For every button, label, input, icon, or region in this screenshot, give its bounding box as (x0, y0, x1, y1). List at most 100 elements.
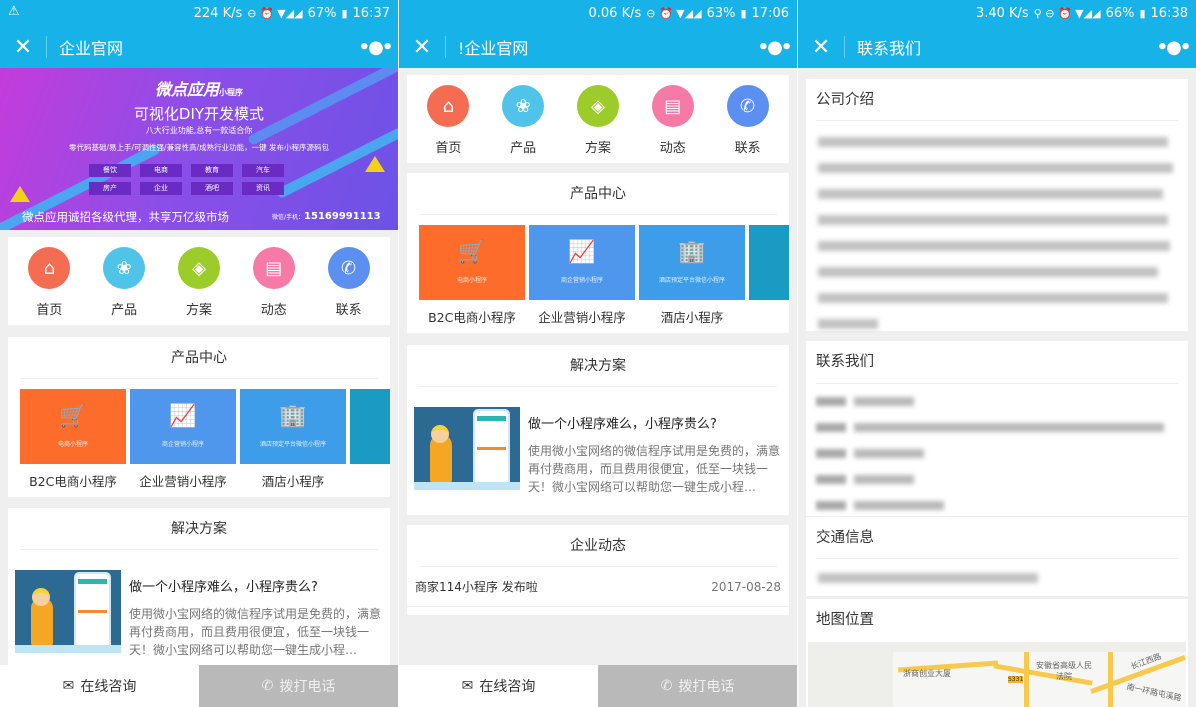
chart-icon: 📈 (568, 240, 596, 265)
banner-tag: 资讯 (242, 182, 284, 195)
chart-icon: 📈 (169, 404, 197, 429)
banner-tag: 教育 (191, 164, 233, 177)
nav-label: 首页 (435, 141, 462, 156)
network-speed: 0.06 K/s (588, 5, 642, 21)
app-header: ✕ !企业官网 •●• (399, 26, 797, 68)
divider (46, 36, 47, 58)
location-map[interactable]: 浙商创业大厦 安徽省高级人民法院 长江西路 南一环路屯溪路 S331 (808, 642, 1186, 707)
nav-label: 方案 (584, 141, 611, 156)
product-item[interactable]: 🏢 酒店预定平台微信小程序 酒店小程序 (639, 225, 745, 326)
product-item[interactable]: 🏢 酒店预定平台微信小程序酒店小程序 (240, 389, 346, 490)
phone-screen-home: ⚠ 224 K/s ⊖ ⏰ ▼◢◢ 67% ▮ 16:37 ✕ 企业官网 •●•… (0, 0, 398, 707)
nav-item-2[interactable]: ◈ 方案 (568, 85, 628, 156)
close-icon[interactable]: ✕ (798, 35, 844, 60)
bottom-bar: ✉ 在线咨询 ✆ 拨打电话 (0, 665, 398, 707)
close-icon[interactable]: ✕ (399, 35, 445, 60)
promo-banner[interactable]: 微点应用小程序 可视化DIY开发模式 八大行业功能,总有一款适合你 零代码基础/… (0, 68, 398, 230)
banner-tag: 企业 (140, 182, 182, 195)
nav-item-0[interactable]: ⌂ 首页 (19, 247, 79, 318)
product-tile-caption: 电商小程序 (57, 441, 88, 448)
solution-item[interactable]: 做一个小程序难么，小程序贵么? 使用微小宝网络的微信程序试用是免费的，满意再付费商… (407, 387, 789, 496)
banner-features: 零代码基础/易上手/可调性强/兼容性高/成熟行业功能，一键 发布小程序源码包 (69, 143, 329, 152)
online-consult-button[interactable]: ✉ 在线咨询 (0, 665, 199, 707)
product-label: 企业营销小程序 (538, 310, 626, 325)
product-tile: 📈 商企营销小程序 (529, 225, 635, 300)
product-tile-caption: 酒店预定平台微信小程序 (658, 277, 725, 284)
product-tile: 🏢 酒店预定平台微信小程序 (240, 389, 346, 464)
nav-item-2[interactable]: ◈ 方案 (169, 247, 229, 318)
product-item[interactable]: 民民 (350, 389, 390, 490)
nav-label: 动态 (659, 141, 686, 156)
mail-icon: ✉ (62, 678, 75, 694)
news-item-date: 2017-08-28 (711, 580, 781, 594)
nav-card: ⌂ 首页 ❀ 产品 ◈ 方案 ▤ 动态 ✆ 联系 (8, 237, 390, 325)
status-bar: 3.40 K/s ⚲ ⊖ ⏰ ▼◢◢ 66% ▮ 16:38 (798, 0, 1196, 26)
product-item[interactable]: 📈 商企营销小程序企业营销小程序 (130, 389, 236, 490)
home-icon: ⌂ (427, 85, 470, 127)
news-title: 企业动态 (419, 525, 777, 567)
product-tile: 民 (749, 225, 789, 300)
status-icons: ⊖ ⏰ ▼◢◢ (247, 6, 303, 20)
cart-icon: 🛒 (458, 240, 486, 265)
product-label: 民 (749, 307, 789, 326)
network-speed: 3.40 K/s (975, 5, 1029, 21)
divider (844, 36, 845, 58)
home-icon: ⌂ (28, 247, 71, 289)
more-icon[interactable]: •●• (751, 37, 797, 58)
nav-item-1[interactable]: ❀ 产品 (94, 247, 154, 318)
status-bar: 0.06 K/s ⊖ ⏰ ▼◢◢ 63% ▮ 17:06 (399, 0, 797, 26)
banner-brand: 微点应用 (154, 80, 219, 99)
map-label: 安徽省高级人民法院 (1036, 661, 1092, 681)
nav-label: 方案 (185, 303, 212, 318)
product-item[interactable]: 🛒 电商小程序 B2C电商小程序 (419, 225, 525, 326)
solution-item[interactable]: 做一个小程序难么，小程序贵么? 使用微小宝网络的微信程序试用是免费的，满意再付费商… (8, 550, 390, 659)
contact-title: 联系我们 (816, 354, 874, 370)
nav-item-4[interactable]: ✆ 联系 (718, 85, 778, 156)
online-consult-button[interactable]: ✉ 在线咨询 (399, 665, 598, 707)
nav-label: 首页 (36, 303, 63, 318)
news-card: 企业动态 商家114小程序 发布啦 2017-08-28 (407, 525, 789, 615)
battery-level: 63% (706, 5, 736, 21)
product-label: 企业营销小程序 (139, 474, 227, 489)
products-card: 产品中心 🛒 电商小程序 B2C电商小程序 📈 商企营销小程序 企业营销小程序 🏢 酒店预定平… (8, 337, 390, 497)
product-tile: 🏢 酒店预定平台微信小程序 (639, 225, 745, 300)
call-button[interactable]: ✆ 拨打电话 (199, 665, 398, 707)
solution-title: 做一个小程序难么，小程序贵么? (129, 580, 318, 595)
call-button[interactable]: ✆ 拨打电话 (598, 665, 797, 707)
nav-item-1[interactable]: ❀ 产品 (493, 85, 553, 156)
product-tile: 📈 商企营销小程序 (130, 389, 236, 464)
clock: 17:06 (751, 5, 789, 21)
network-speed: 224 K/s (193, 5, 243, 21)
phone-icon: ✆ (327, 247, 370, 289)
nav-item-0[interactable]: ⌂ 首页 (418, 85, 478, 156)
nav-item-4[interactable]: ✆ 联系 (319, 247, 379, 318)
news-item[interactable]: 商家114小程序 发布啦 2017-08-28 (407, 567, 789, 607)
banner-tags: 餐饮 电商 教育 汽车 房产 企业 酒吧 资讯 (89, 164, 289, 195)
battery-icon: ▮ (740, 6, 747, 20)
banner-tag: 餐饮 (89, 164, 131, 177)
banner-phone-label: 微信/手机： (272, 214, 305, 221)
nav-item-3[interactable]: ▤ 动态 (643, 85, 703, 156)
solution-title: 做一个小程序难么，小程序贵么? (528, 417, 717, 432)
product-item[interactable]: 📈 商企营销小程序企业营销小程序 (529, 225, 635, 326)
close-icon[interactable]: ✕ (0, 35, 46, 60)
phone-screen-home-scrolled: 0.06 K/s ⊖ ⏰ ▼◢◢ 63% ▮ 17:06 ✕ !企业官网 •●•… (399, 0, 797, 707)
banner-brand-sub: 小程序 (219, 88, 243, 97)
product-label: 酒店小程序 (261, 474, 325, 489)
nav-label: 联系 (335, 303, 362, 318)
more-icon[interactable]: •●• (352, 37, 398, 58)
company-intro-card: 公司介绍 (806, 79, 1188, 331)
nav-label: 联系 (734, 141, 761, 156)
status-icons: ⊖ ⏰ ▼◢◢ (646, 6, 702, 20)
nav-item-3[interactable]: ▤ 动态 (244, 247, 304, 318)
battery-icon: ▮ (1139, 6, 1146, 20)
battery-level: 67% (307, 5, 337, 21)
banner-tag: 酒吧 (191, 182, 233, 195)
product-tile-caption: 电商小程序 (456, 277, 487, 284)
grid-icon: ❀ (502, 85, 545, 127)
product-tile-caption: 酒店预定平台微信小程序 (259, 441, 326, 448)
more-icon[interactable]: •●• (1150, 37, 1196, 58)
product-item[interactable]: 民民 (749, 225, 789, 326)
solution-thumbnail (414, 407, 520, 490)
product-item[interactable]: 🛒 电商小程序 B2C电商小程序 (20, 389, 126, 490)
